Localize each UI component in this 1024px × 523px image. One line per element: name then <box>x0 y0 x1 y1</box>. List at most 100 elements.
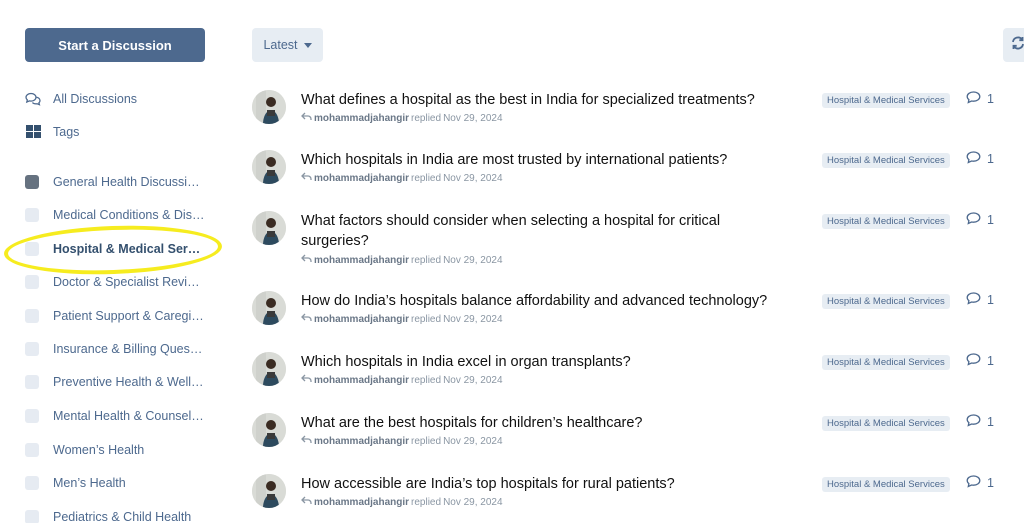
username[interactable]: mohammadjahangir <box>314 375 409 386</box>
sidebar-item-womens-health[interactable]: Women’s Health <box>25 439 215 461</box>
sidebar-item-general-health[interactable]: General Health Discussions <box>25 171 215 193</box>
sidebar-item-label: All Discussions <box>53 92 138 106</box>
username[interactable]: mohammadjahangir <box>314 314 409 325</box>
reply-count-value: 1 <box>987 293 994 307</box>
sidebar-item-label: Pediatrics & Child Health <box>53 510 192 523</box>
comment-icon <box>966 292 981 308</box>
sidebar-item-label: Doctor & Specialist Reviews <box>53 275 205 289</box>
reply-count: 1 <box>966 292 994 308</box>
username[interactable]: mohammadjahangir <box>314 497 409 508</box>
sidebar-item-tags[interactable]: Tags <box>25 121 215 143</box>
comment-icon <box>966 151 981 167</box>
sort-dropdown[interactable]: Latest <box>252 28 323 62</box>
date-text: Nov 29, 2024 <box>443 254 503 266</box>
sidebar-item-label: General Health Discussions <box>53 175 205 189</box>
tag-badge[interactable]: Hospital & Medical Services <box>822 214 950 229</box>
username[interactable]: mohammadjahangir <box>314 113 409 124</box>
reply-count-value: 1 <box>987 476 994 490</box>
avatar[interactable] <box>252 352 286 386</box>
caret-down-icon <box>303 42 312 48</box>
date-text: Nov 29, 2024 <box>443 172 503 184</box>
reply-count: 1 <box>966 475 994 491</box>
reply-arrow-icon <box>301 435 312 447</box>
tag-badge[interactable]: Hospital & Medical Services <box>822 416 950 431</box>
tag-badge[interactable]: Hospital & Medical Services <box>822 153 950 168</box>
sidebar-item-mens-health[interactable]: Men’s Health <box>25 472 215 494</box>
avatar[interactable] <box>252 474 286 508</box>
discussion-title[interactable]: Which hospitals in India excel in organ … <box>301 352 771 372</box>
reply-count: 1 <box>966 353 994 369</box>
action-text: replied <box>411 374 442 386</box>
reply-arrow-icon <box>301 374 312 386</box>
reply-arrow-icon <box>301 496 312 508</box>
discussion-title[interactable]: What are the best hospitals for children… <box>301 413 771 433</box>
date-text: Nov 29, 2024 <box>443 435 503 447</box>
reply-arrow-icon <box>301 313 312 325</box>
sidebar-item-label: Patient Support & Caregivers <box>53 309 205 323</box>
category-swatch <box>25 409 39 423</box>
tags-grid-icon <box>25 124 41 140</box>
sidebar-item-label: Mental Health & Counseling <box>53 409 205 423</box>
avatar[interactable] <box>252 291 286 325</box>
avatar[interactable] <box>252 211 286 245</box>
reply-count: 1 <box>966 414 994 430</box>
discussion-meta: mohammadjahangir replied Nov 29, 2024 <box>301 313 503 325</box>
avatar[interactable] <box>252 90 286 124</box>
sidebar-item-label: Men’s Health <box>53 476 126 490</box>
sidebar-item-all-discussions[interactable]: All Discussions <box>25 88 215 110</box>
tag-badge[interactable]: Hospital & Medical Services <box>822 355 950 370</box>
sidebar-item-mental-health[interactable]: Mental Health & Counseling <box>25 405 215 427</box>
category-swatch <box>25 275 39 289</box>
tag-badge[interactable]: Hospital & Medical Services <box>822 294 950 309</box>
reply-count-value: 1 <box>987 213 994 227</box>
sidebar-item-doctor-reviews[interactable]: Doctor & Specialist Reviews <box>25 271 215 293</box>
comment-icon <box>966 212 981 228</box>
refresh-button[interactable] <box>1003 28 1024 62</box>
reply-count-value: 1 <box>987 354 994 368</box>
reply-count-value: 1 <box>987 415 994 429</box>
reply-count-value: 1 <box>987 92 994 106</box>
sidebar-item-label: Tags <box>53 125 80 139</box>
comment-icon <box>966 475 981 491</box>
avatar[interactable] <box>252 413 286 447</box>
action-text: replied <box>411 313 442 325</box>
discussion-title[interactable]: Which hospitals in India are most truste… <box>301 150 771 170</box>
discussion-meta: mohammadjahangir replied Nov 29, 2024 <box>301 112 503 124</box>
discussion-title[interactable]: What factors should consider when select… <box>301 211 771 251</box>
sort-label: Latest <box>263 38 298 52</box>
discussion-title[interactable]: How do India’s hospitals balance afforda… <box>301 291 771 311</box>
sidebar-item-hospital-services[interactable]: Hospital & Medical Services <box>25 238 215 260</box>
discussion-title[interactable]: What defines a hospital as the best in I… <box>301 90 771 110</box>
sidebar-item-label: Women’s Health <box>53 443 145 457</box>
sidebar-item-medical-conditions[interactable]: Medical Conditions & Diseases <box>25 204 215 226</box>
category-swatch <box>25 175 39 189</box>
sidebar-item-preventive-health[interactable]: Preventive Health & Wellness <box>25 371 215 393</box>
action-text: replied <box>411 112 442 124</box>
reply-arrow-icon <box>301 172 312 184</box>
reply-arrow-icon <box>301 254 312 266</box>
username[interactable]: mohammadjahangir <box>314 436 409 447</box>
tag-badge[interactable]: Hospital & Medical Services <box>822 93 950 108</box>
category-swatch <box>25 342 39 356</box>
comment-icon <box>966 353 981 369</box>
sidebar-item-label: Preventive Health & Wellness <box>53 375 205 389</box>
category-swatch <box>25 510 39 523</box>
sidebar-item-pediatrics[interactable]: Pediatrics & Child Health <box>25 506 215 523</box>
date-text: Nov 29, 2024 <box>443 374 503 386</box>
discussion-meta: mohammadjahangir replied Nov 29, 2024 <box>301 374 503 386</box>
category-swatch <box>25 443 39 457</box>
username[interactable]: mohammadjahangir <box>314 255 409 266</box>
sidebar-item-patient-support[interactable]: Patient Support & Caregivers <box>25 305 215 327</box>
discussion-meta: mohammadjahangir replied Nov 29, 2024 <box>301 435 503 447</box>
category-swatch <box>25 242 39 256</box>
category-swatch <box>25 208 39 222</box>
tag-badge[interactable]: Hospital & Medical Services <box>822 477 950 492</box>
comment-icon <box>966 414 981 430</box>
discussion-title[interactable]: How accessible are India’s top hospitals… <box>301 474 771 494</box>
start-discussion-button[interactable]: Start a Discussion <box>25 28 205 62</box>
avatar[interactable] <box>252 150 286 184</box>
discussion-meta: mohammadjahangir replied Nov 29, 2024 <box>301 496 503 508</box>
category-swatch <box>25 309 39 323</box>
username[interactable]: mohammadjahangir <box>314 173 409 184</box>
sidebar-item-insurance-billing[interactable]: Insurance & Billing Questions <box>25 338 215 360</box>
